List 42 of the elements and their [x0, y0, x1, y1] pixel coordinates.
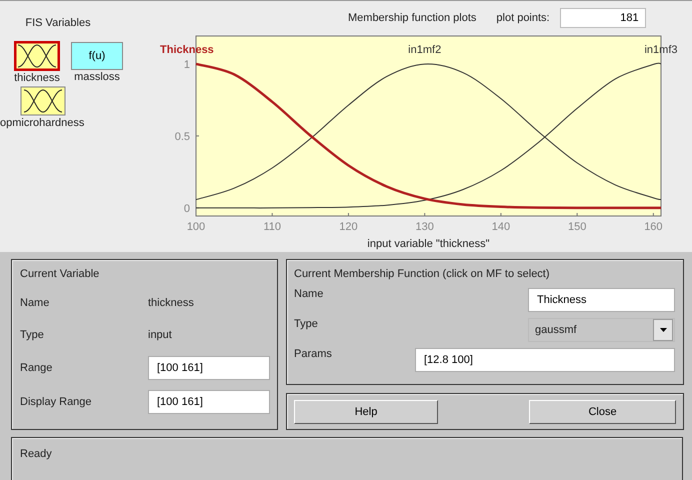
tick-label: 0	[184, 202, 190, 215]
field-value: input	[148, 328, 173, 343]
input-field[interactable]: Thickness	[528, 288, 675, 312]
field-label: Range	[20, 361, 54, 376]
variable-label: opmicrohardness	[0, 117, 84, 129]
panel-title: Current Membership Function (click on MF to select)	[294, 268, 551, 280]
input-field[interactable]: [12.8 100]	[415, 348, 675, 372]
tick-label: 140	[492, 221, 510, 233]
field-label: Name	[20, 296, 50, 311]
tick-label: 0.5	[174, 130, 190, 143]
help-button[interactable]: Help	[294, 400, 438, 424]
function-block[interactable]: f(u)	[71, 42, 123, 70]
curve-label: in1mf2	[408, 44, 442, 56]
tick-label: 160	[644, 221, 663, 233]
panel-title: Current Variable	[20, 268, 100, 280]
field-label: Params	[294, 348, 333, 360]
tick-label: 120	[339, 221, 358, 233]
close-button[interactable]: Close	[529, 400, 676, 424]
dropdown-arrow-icon	[660, 328, 666, 332]
tick-label: 1	[184, 58, 190, 71]
field-value: thickness	[148, 296, 195, 311]
field-label: Type	[20, 328, 45, 343]
tick-label: 130	[416, 221, 434, 233]
tick-label: 150	[568, 221, 586, 233]
curves-icon[interactable]	[20, 86, 66, 116]
tick-label: 110	[263, 221, 281, 233]
plot-points-field[interactable]: 181	[560, 8, 646, 28]
curves-icon[interactable]	[14, 41, 60, 71]
status-text: Ready	[20, 448, 52, 460]
type-dropdown[interactable]: gaussmf	[528, 318, 675, 342]
plot-title: Membership function plots	[348, 12, 476, 24]
field-label: plot points:	[496, 12, 550, 24]
input-field[interactable]: [100 161]	[148, 390, 270, 414]
field-label: Type	[294, 318, 319, 330]
field-label: Display Range	[20, 395, 93, 410]
input-field[interactable]: [100 161]	[148, 356, 270, 380]
section-title: FIS Variables	[24, 16, 92, 29]
variable-label: thickness	[14, 72, 60, 84]
field-label: Name	[294, 288, 324, 300]
variable-label: massloss	[74, 71, 120, 83]
axis-label: input variable "thickness"	[367, 238, 490, 250]
tick-label: 100	[186, 221, 206, 233]
